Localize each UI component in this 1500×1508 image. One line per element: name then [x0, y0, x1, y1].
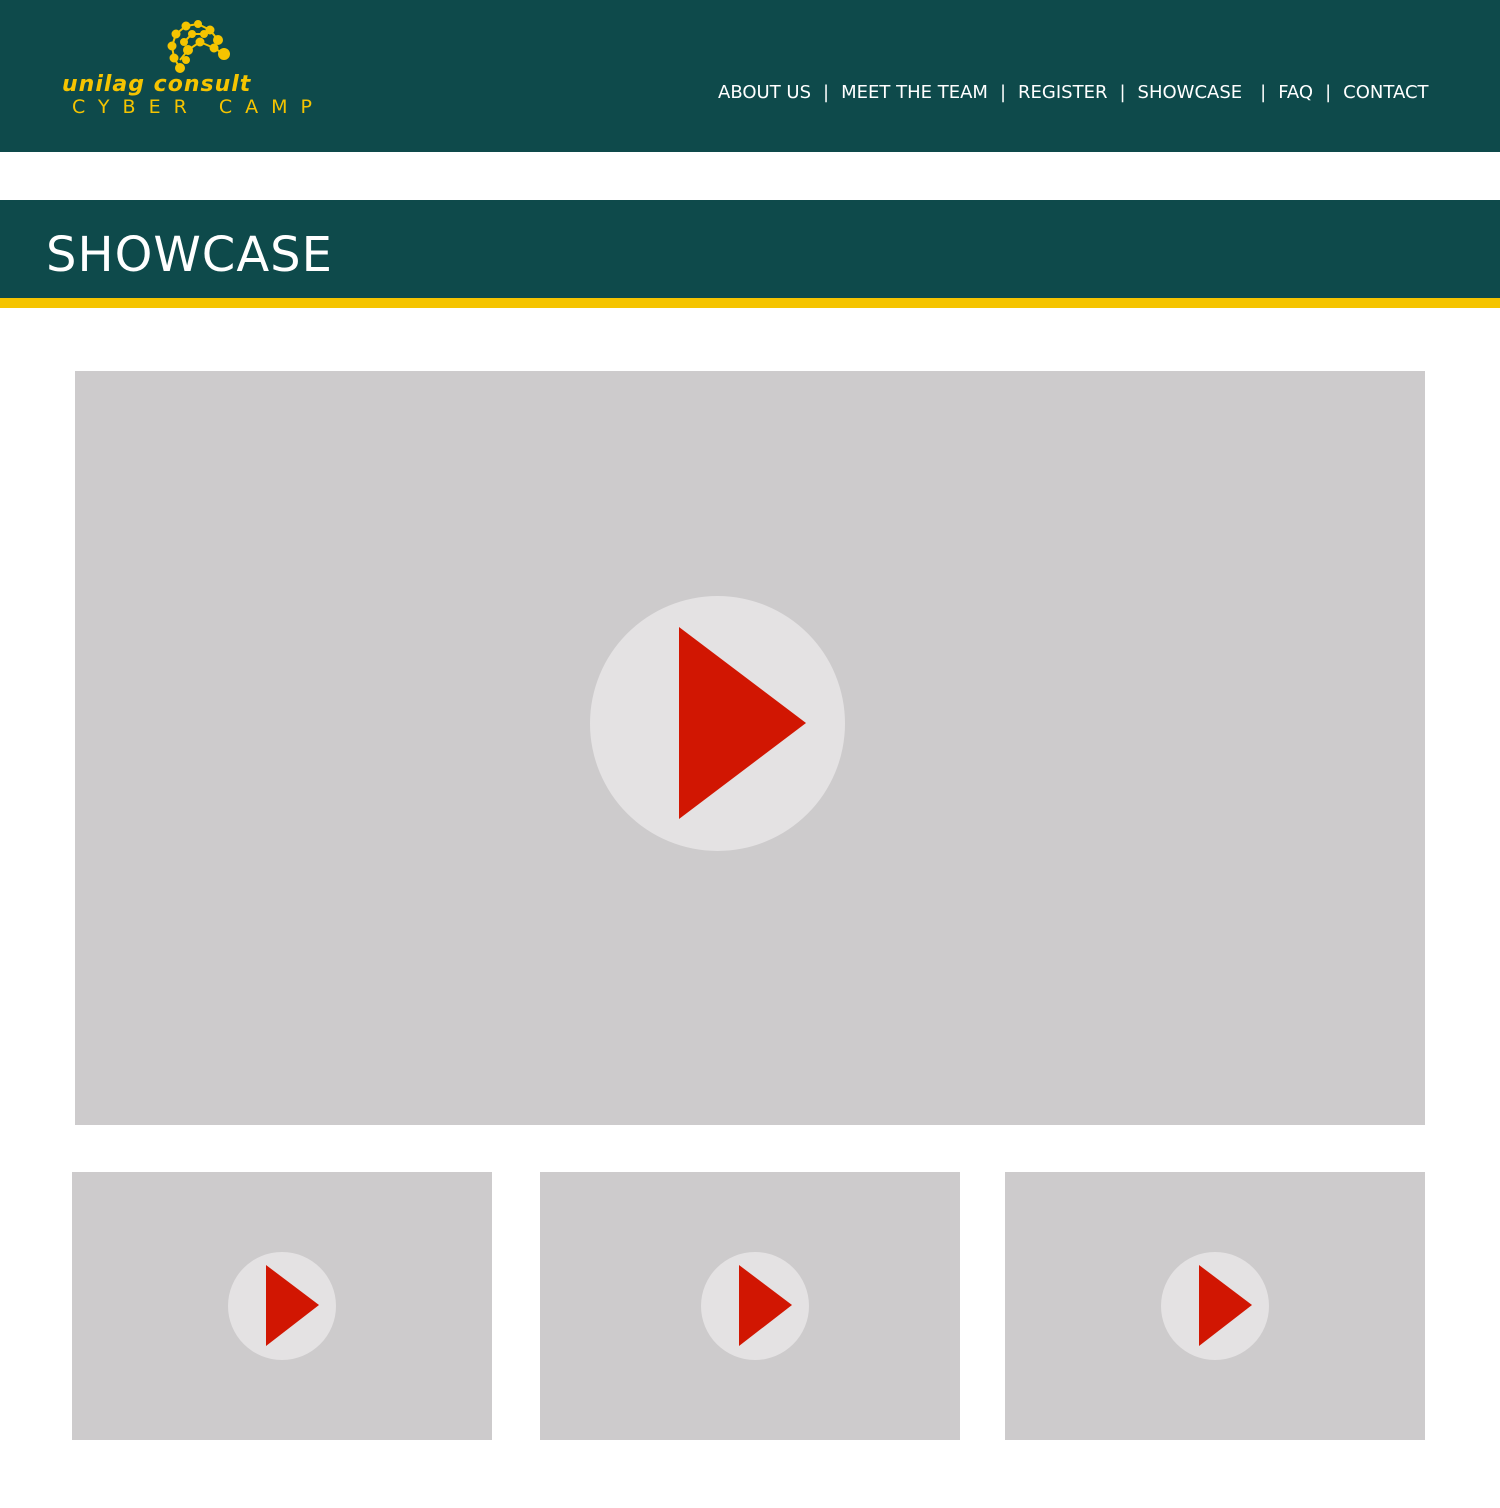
nav-separator: | [999, 81, 1007, 103]
nav-meet-the-team[interactable]: MEET THE TEAM [841, 82, 988, 103]
molecule-swirl-icon [167, 20, 230, 73]
brand-tagline: CYBER CAMP [72, 96, 325, 118]
play-icon [266, 1265, 319, 1346]
site-header: unilag consult CYBER CAMP ABOUT US | MEE… [0, 0, 1500, 152]
play-button[interactable] [701, 1252, 809, 1360]
video-thumbnail-3[interactable] [1005, 1172, 1425, 1440]
play-button[interactable] [228, 1252, 336, 1360]
play-button[interactable] [1161, 1252, 1269, 1360]
brand-name: unilag consult [62, 72, 252, 97]
main-nav: ABOUT US | MEET THE TEAM | REGISTER | SH… [718, 79, 1429, 105]
video-thumbnail-2[interactable] [540, 1172, 960, 1440]
nav-separator: | [823, 81, 830, 103]
nav-about-us[interactable]: ABOUT US [718, 82, 811, 103]
featured-video[interactable] [75, 371, 1425, 1125]
nav-separator: | [1325, 81, 1332, 103]
play-icon [1199, 1265, 1252, 1346]
video-thumbnail-1[interactable] [72, 1172, 492, 1440]
nav-register[interactable]: REGISTER [1018, 82, 1107, 103]
nav-contact[interactable]: CONTACT [1343, 82, 1428, 103]
logo[interactable]: unilag consult CYBER CAMP [62, 20, 322, 120]
play-icon [679, 627, 806, 819]
play-icon [739, 1265, 792, 1346]
title-accent-bar [0, 298, 1500, 308]
nav-separator: | [1260, 81, 1267, 103]
page-title: SHOWCASE [46, 227, 333, 283]
play-button[interactable] [590, 596, 845, 851]
nav-showcase[interactable]: SHOWCASE [1138, 82, 1243, 103]
nav-separator: | [1119, 81, 1126, 103]
nav-faq[interactable]: FAQ [1278, 82, 1313, 103]
